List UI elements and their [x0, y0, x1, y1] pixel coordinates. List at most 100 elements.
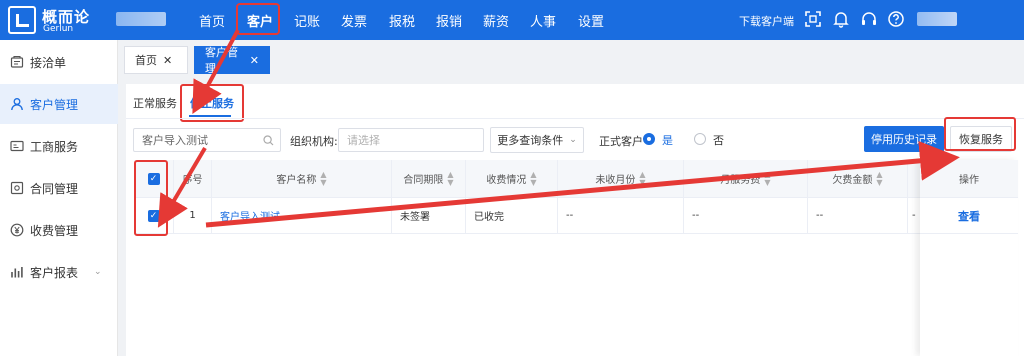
close-icon[interactable]: ✕	[163, 54, 172, 67]
bell-icon[interactable]	[832, 10, 850, 28]
scan-icon[interactable]	[804, 10, 822, 28]
table-cell-monthly-fee: --	[684, 198, 808, 234]
history-button[interactable]: 停用历史记录	[864, 126, 944, 152]
nav-home[interactable]: 首页	[199, 11, 225, 30]
yen-icon	[10, 223, 24, 237]
chevron-down-icon: ⌄	[569, 135, 577, 145]
column-header-label: 月服务费	[720, 175, 761, 186]
user-icon	[11, 98, 23, 111]
column-header-fee-status[interactable]: 收费情况 ▲ ▼	[466, 160, 558, 198]
customer-table: ✓ 序号 客户名称 ▲ ▼ 合同期限 ▲ ▼ 收费情况 ▲ ▼ 未收月份 ▲ ▼ 月服务…	[134, 160, 1018, 356]
page-tab-label: 客户管理	[205, 46, 238, 75]
column-header-label: 未收月份	[595, 175, 636, 186]
column-header-index: 序号	[174, 160, 212, 198]
org-select-placeholder: 请选择	[347, 134, 380, 147]
download-client-link[interactable]: 下载客户端	[739, 13, 794, 29]
table-cell-operation: 查看	[920, 198, 1018, 234]
annotation-box-stopped-tab	[180, 84, 244, 122]
nav-bookkeeping[interactable]: 记账	[294, 11, 320, 30]
sort-icon[interactable]: ▲ ▼	[639, 170, 645, 187]
column-header-arrears[interactable]: 欠费金额 ▲ ▼	[808, 160, 908, 198]
customer-name-link[interactable]: 客户导入测试	[220, 208, 280, 223]
table-cell-customer-name[interactable]: 客户导入测试	[212, 198, 392, 234]
nav-invoice[interactable]: 发票	[341, 11, 367, 30]
radio-no-label[interactable]: 否	[713, 132, 724, 148]
radio-yes-label[interactable]: 是	[662, 132, 673, 148]
annotation-box-checkboxes	[134, 160, 168, 236]
sidebar-item-label: 工商服务	[30, 139, 79, 154]
nav-expense[interactable]: 报销	[436, 11, 462, 30]
sidebar-item-contact[interactable]: 接洽单	[0, 42, 118, 82]
sidebar-item-label: 客户报表	[30, 265, 79, 280]
sidebar-item-fee-management[interactable]: 收费管理	[0, 210, 118, 250]
column-header-operation: 操作	[920, 160, 1018, 198]
column-header-label: 欠费金额	[832, 175, 873, 186]
fixed-operation-column: 操作 查看	[920, 160, 1018, 356]
sidebar-item-customer-report[interactable]: 客户报表 ⌄	[0, 252, 118, 292]
chart-icon	[11, 267, 23, 278]
table-cell-contract-term: 未签署	[392, 198, 466, 234]
brand-name-en: Gerlun	[43, 24, 74, 34]
table-cell-unpaid-months: --	[558, 198, 684, 234]
column-header-unpaid-months[interactable]: 未收月份 ▲ ▼	[558, 160, 684, 198]
page-tab-bar: 首页 ✕ 客户管理 ✕	[118, 40, 1024, 84]
column-header-label: 序号	[182, 175, 203, 186]
annotation-box-restore-button	[944, 117, 1016, 151]
sort-icon[interactable]: ▲ ▼	[320, 170, 326, 187]
table-cell-arrears: --	[808, 198, 908, 234]
user-name-blurred[interactable]	[917, 12, 957, 26]
contract-icon	[10, 181, 24, 195]
more-filters-label: 更多查询条件	[497, 134, 564, 147]
sidebar-item-label: 客户管理	[30, 97, 79, 112]
annotation-box-customer-nav	[236, 3, 280, 35]
logo-icon	[8, 6, 36, 34]
view-link[interactable]: 查看	[958, 208, 980, 224]
radio-no[interactable]	[694, 133, 706, 145]
help-icon[interactable]	[887, 10, 905, 28]
organization-name-blurred[interactable]	[116, 12, 166, 26]
id-card-icon	[10, 140, 24, 152]
sidebar-item-label: 收费管理	[30, 223, 79, 238]
column-header-label: 客户名称	[276, 175, 317, 186]
nav-settings[interactable]: 设置	[578, 11, 604, 30]
search-input[interactable]: 客户导入测试	[133, 128, 281, 152]
page-tab-label: 首页	[135, 54, 157, 67]
sidebar-item-label: 合同管理	[30, 181, 79, 196]
column-header-label: 收费情况	[486, 175, 527, 186]
sidebar-item-business-service[interactable]: 工商服务	[0, 126, 118, 166]
sidebar-item-customer-management[interactable]: 客户管理	[0, 84, 118, 124]
column-header-monthly-fee[interactable]: 月服务费 ▲ ▼	[684, 160, 808, 198]
sort-icon[interactable]: ▲ ▼	[447, 170, 453, 187]
sort-icon[interactable]: ▲ ▼	[876, 170, 882, 187]
sort-icon[interactable]: ▲ ▼	[530, 170, 536, 187]
sort-icon[interactable]: ▲ ▼	[764, 170, 770, 187]
search-icon[interactable]	[263, 135, 274, 146]
top-navigation-bar: 概而论 Gerlun 首页 客户 记账 发票 报税 报销 薪资 人事 设置 下载…	[0, 0, 1024, 40]
more-filters-button[interactable]: 更多查询条件 ⌄	[490, 127, 584, 153]
org-label: 组织机构:	[290, 135, 338, 148]
handshake-icon	[10, 55, 24, 68]
radio-yes[interactable]	[643, 133, 655, 145]
page-tab-customer-management[interactable]: 客户管理 ✕	[194, 46, 270, 75]
tab-normal-service[interactable]: 正常服务	[133, 95, 177, 111]
close-icon[interactable]: ✕	[250, 54, 259, 67]
nav-hr[interactable]: 人事	[530, 11, 556, 30]
search-value: 客户导入测试	[142, 134, 208, 147]
column-header-contract-term[interactable]: 合同期限 ▲ ▼	[392, 160, 466, 198]
nav-payroll[interactable]: 薪资	[483, 11, 509, 30]
nav-tax[interactable]: 报税	[389, 11, 415, 30]
org-select[interactable]: 请选择	[338, 128, 484, 152]
page-tab-home[interactable]: 首页 ✕	[124, 46, 188, 74]
tab-divider	[126, 118, 1024, 119]
sidebar-item-contract-management[interactable]: 合同管理	[0, 168, 118, 208]
table-cell-index: 1	[174, 198, 212, 234]
sidebar: 接洽单 客户管理 工商服务 合同管理 收费管理 客户报表 ⌄	[0, 40, 118, 356]
chevron-down-icon: ⌄	[94, 267, 102, 277]
brand-logo[interactable]: 概而论 Gerlun	[8, 4, 120, 36]
sidebar-item-label: 接洽单	[30, 55, 67, 70]
column-header-label: 合同期限	[403, 175, 444, 186]
headset-icon[interactable]	[860, 10, 878, 28]
formal-customer-label: 正式客户	[599, 135, 643, 148]
table-cell-fee-status: 已收完	[466, 198, 558, 234]
column-header-customer-name[interactable]: 客户名称 ▲ ▼	[212, 160, 392, 198]
